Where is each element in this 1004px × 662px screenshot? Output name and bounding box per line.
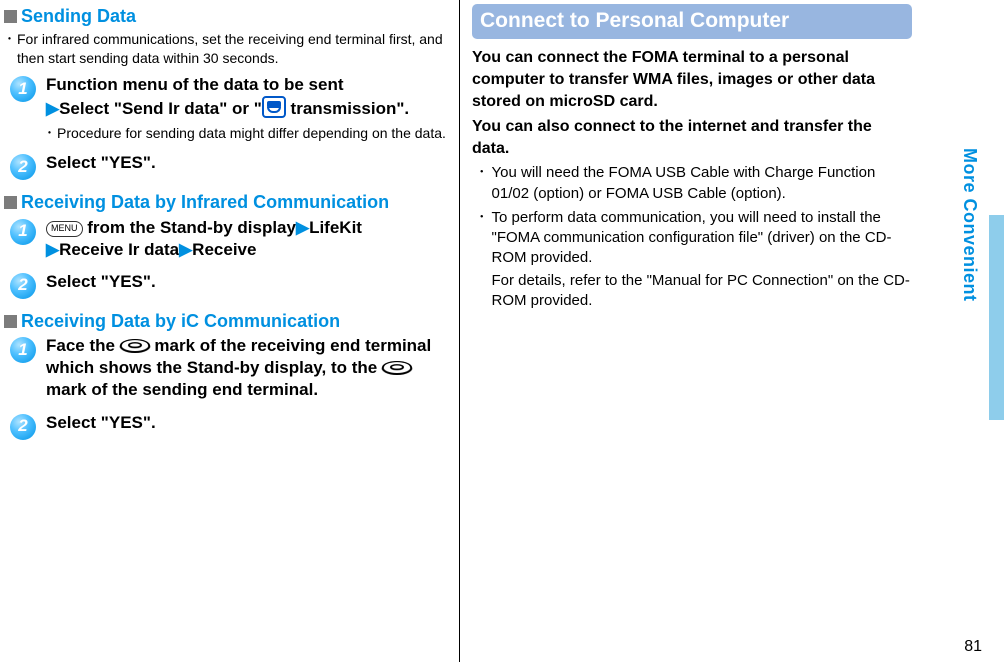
step-2-sending: 2 Select "YES". xyxy=(10,152,447,180)
tab-strip xyxy=(989,215,1004,420)
step-badge-2: 2 xyxy=(10,273,36,299)
left-column: Sending Data ･ For infrared communicatio… xyxy=(0,0,460,662)
section-marker-icon xyxy=(4,196,17,209)
triangle-icon: ▶ xyxy=(46,240,59,259)
step-subnote-text: Procedure for sending data might differ … xyxy=(57,124,446,142)
step-1-receiving-ir: 1 MENU from the Stand-by display▶LifeKit… xyxy=(10,217,447,261)
step-1-sending: 1 Function menu of the data to be sent ▶… xyxy=(10,74,447,142)
step-badge-2: 2 xyxy=(10,154,36,180)
step-text: Select "YES". xyxy=(46,272,156,291)
bullet-dot-icon: ･ xyxy=(478,208,486,311)
step-badge-1: 1 xyxy=(10,337,36,363)
note-sending: ･ For infrared communications, set the r… xyxy=(6,30,447,68)
tab-label: More Convenient xyxy=(960,148,980,302)
step-body: Select "YES". xyxy=(46,412,156,440)
steps-receiving-ir: 1 MENU from the Stand-by display▶LifeKit… xyxy=(10,217,447,299)
step-subnote: ･ Procedure for sending data might diffe… xyxy=(46,124,446,142)
step-1-receiving-ic: 1 Face the mark of the receiving end ter… xyxy=(10,335,447,401)
subhead-text: Sending Data xyxy=(21,4,136,28)
step-text: mark of the sending end terminal. xyxy=(46,380,318,399)
step-body: MENU from the Stand-by display▶LifeKit ▶… xyxy=(46,217,362,261)
subhead-text: Receiving Data by Infrared Communication xyxy=(21,190,389,214)
intro-paragraph-2: You can also connect to the internet and… xyxy=(472,116,912,159)
page-number: 81 xyxy=(964,638,982,656)
bullet-text: To perform data communication, you will … xyxy=(492,208,912,311)
triangle-icon: ▶ xyxy=(179,240,192,259)
step-badge-2: 2 xyxy=(10,414,36,440)
intro-paragraph-1: You can connect the FOMA terminal to a p… xyxy=(472,47,912,112)
bullet-dot-icon: ･ xyxy=(478,163,486,204)
steps-receiving-ic: 1 Face the mark of the receiving end ter… xyxy=(10,335,447,439)
step-text: Receive Ir data xyxy=(59,240,179,259)
step-body: Select "YES". xyxy=(46,152,156,180)
bullet-dot-icon: ･ xyxy=(46,124,53,142)
subhead-receiving-ir: Receiving Data by Infrared Communication xyxy=(4,190,447,214)
right-column: Connect to Personal Computer You can con… xyxy=(460,0,920,662)
step-2-receiving-ir: 2 Select "YES". xyxy=(10,271,447,299)
step-text: transmission". xyxy=(286,99,409,118)
subhead-sending-data: Sending Data xyxy=(4,4,447,28)
step-text: Select "YES". xyxy=(46,413,156,432)
page: Sending Data ･ For infrared communicatio… xyxy=(0,0,1004,662)
note-text: For infrared communications, set the rec… xyxy=(17,30,447,68)
subhead-receiving-ic: Receiving Data by iC Communication xyxy=(4,309,447,333)
step-text: LifeKit xyxy=(309,218,362,237)
main-heading: Connect to Personal Computer xyxy=(472,4,912,39)
step-badge-1: 1 xyxy=(10,76,36,102)
section-marker-icon xyxy=(4,315,17,328)
step-body: Select "YES". xyxy=(46,271,156,299)
felica-mark-icon xyxy=(120,336,150,354)
step-body: Function menu of the data to be sent ▶Se… xyxy=(46,74,446,142)
bullet-dot-icon: ･ xyxy=(6,30,13,68)
bullet-data-comm: ･ To perform data communication, you wil… xyxy=(478,208,912,311)
step-text: Face the xyxy=(46,336,120,355)
bullet-text-line: To perform data communication, you will … xyxy=(492,208,912,269)
bullet-text-line: For details, refer to the "Manual for PC… xyxy=(492,271,912,312)
step-body: Face the mark of the receiving end termi… xyxy=(46,335,447,401)
section-marker-icon xyxy=(4,10,17,23)
steps-sending: 1 Function menu of the data to be sent ▶… xyxy=(10,74,447,180)
menu-button-icon: MENU xyxy=(46,221,83,237)
step-text: from the Stand-by display xyxy=(83,218,296,237)
step-text: Select "YES". xyxy=(46,153,156,172)
subhead-text: Receiving Data by iC Communication xyxy=(21,309,340,333)
step-2-receiving-ic: 2 Select "YES". xyxy=(10,412,447,440)
triangle-icon: ▶ xyxy=(296,218,309,237)
bullet-text: You will need the FOMA USB Cable with Ch… xyxy=(492,163,912,204)
step-badge-1: 1 xyxy=(10,219,36,245)
side-tab: More Convenient 81 xyxy=(982,0,1004,662)
ic-transmission-icon xyxy=(262,96,286,118)
triangle-icon: ▶ xyxy=(46,99,59,118)
step-text: Select "Send Ir data" or " xyxy=(59,99,262,118)
felica-mark-icon xyxy=(382,358,412,376)
bullet-usb-cable: ･ You will need the FOMA USB Cable with … xyxy=(478,163,912,204)
step-text: Receive xyxy=(192,240,256,259)
step-text: Function menu of the data to be sent xyxy=(46,75,344,94)
